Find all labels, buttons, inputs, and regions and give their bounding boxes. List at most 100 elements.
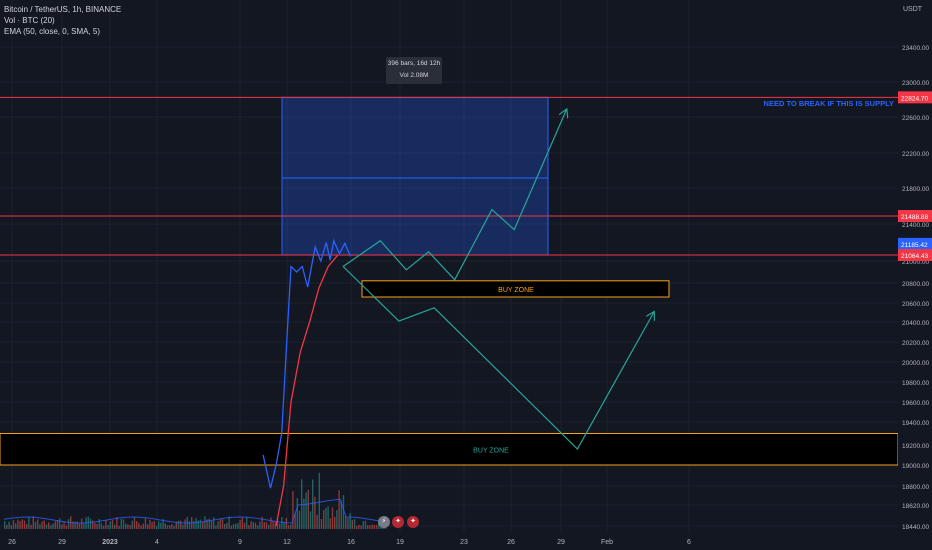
volume-bar bbox=[41, 521, 43, 529]
volume-bar bbox=[347, 518, 349, 529]
volume-bar bbox=[122, 519, 125, 529]
volume-bar bbox=[173, 525, 175, 529]
volume-bar bbox=[98, 519, 100, 529]
volume-bar bbox=[375, 525, 378, 529]
volume-bar bbox=[364, 520, 367, 529]
volume-bar bbox=[303, 498, 305, 529]
volume-bar bbox=[296, 498, 298, 529]
volume-bar bbox=[147, 524, 149, 529]
volume-bar bbox=[160, 522, 162, 529]
volume-bar bbox=[127, 524, 129, 529]
volume-bar bbox=[226, 522, 228, 529]
volume-bar bbox=[371, 524, 373, 529]
volume-bar bbox=[114, 524, 116, 529]
volume-bar bbox=[327, 506, 329, 529]
price-tick-label: 19600.00 bbox=[902, 400, 929, 407]
time-tick-label: 19 bbox=[396, 539, 404, 546]
time-tick-label: 29 bbox=[58, 539, 66, 546]
volume-bar bbox=[334, 516, 336, 529]
volume-bar bbox=[81, 518, 83, 529]
volume-bar bbox=[140, 525, 142, 529]
price-tick-label: 22200.00 bbox=[902, 151, 929, 158]
volume-bar bbox=[158, 521, 160, 529]
volume-bar bbox=[67, 519, 70, 529]
price-tick-label: 20000.00 bbox=[902, 360, 929, 367]
price-tick-label: 20600.00 bbox=[902, 301, 929, 308]
volume-bar bbox=[219, 519, 221, 529]
volume-bar bbox=[164, 523, 166, 529]
volume-bar bbox=[45, 524, 48, 529]
volume-bar bbox=[217, 521, 219, 529]
supply-annotation: NEED TO BREAK IF THIS IS SUPPLY bbox=[764, 99, 894, 108]
volume-bar bbox=[246, 517, 248, 529]
volume-bar bbox=[349, 513, 351, 529]
volume-bar bbox=[96, 523, 98, 529]
volume-bar bbox=[285, 518, 287, 529]
volume-bar bbox=[208, 518, 210, 529]
volume-bar bbox=[151, 522, 153, 529]
volume-bar bbox=[120, 518, 122, 529]
buy-zone-lower-label: BUY ZONE bbox=[473, 447, 509, 454]
volume-bar bbox=[103, 525, 105, 529]
volume-bar bbox=[279, 523, 281, 529]
lightning-event-icon[interactable]: ⚡ bbox=[378, 516, 390, 528]
volume-bar bbox=[125, 523, 127, 529]
volume-bar bbox=[367, 525, 369, 529]
volume-bar bbox=[202, 521, 204, 529]
volume-bar bbox=[241, 517, 243, 529]
volume-bar bbox=[210, 521, 213, 529]
volume-bar bbox=[89, 518, 92, 529]
price-axis: USDT 23400.00 23000.00 22600.00 22200.00 2180… bbox=[898, 0, 932, 550]
volume-bar bbox=[250, 521, 252, 529]
price-tick-label: 19400.00 bbox=[902, 420, 929, 427]
volume-bar bbox=[48, 522, 50, 529]
time-tick-label: 26 bbox=[507, 539, 515, 546]
us-flag-event-icon[interactable]: ✦ bbox=[407, 516, 419, 528]
volume-bar bbox=[43, 520, 45, 529]
us-flag-event-icon[interactable]: ✦ bbox=[392, 516, 404, 528]
volume-bar bbox=[270, 517, 272, 529]
volume-bar bbox=[309, 511, 312, 529]
price-tick-label: 18620.00 bbox=[902, 503, 929, 510]
volume-bar bbox=[142, 523, 144, 529]
price-tick-label: 18800.00 bbox=[902, 484, 929, 491]
time-tick-label: 16 bbox=[347, 539, 355, 546]
volume-bars bbox=[3, 472, 386, 529]
volume-bar bbox=[54, 521, 56, 529]
volume-bar bbox=[61, 524, 63, 529]
price-label-text: 21488.88 bbox=[901, 214, 928, 221]
price-chart[interactable]: BUY ZONE BUY ZONE NEED TO BREAK IF THIS I… bbox=[0, 0, 932, 550]
buy-zone-upper-label: BUY ZONE bbox=[498, 287, 534, 294]
time-tick-label: Feb bbox=[601, 539, 613, 546]
volume-bar bbox=[129, 525, 131, 529]
volume-bar bbox=[224, 524, 226, 529]
volume-bar bbox=[353, 519, 356, 529]
volume-bar bbox=[8, 521, 10, 529]
volume-bar bbox=[331, 507, 334, 529]
volume-bar bbox=[312, 479, 314, 529]
volume-bar bbox=[12, 520, 15, 529]
volume-bar bbox=[144, 518, 147, 529]
price-tick-label: 18440.00 bbox=[902, 524, 929, 531]
volume-bar bbox=[252, 522, 254, 529]
volume-bar bbox=[221, 519, 224, 529]
price-label-text: 22824.70 bbox=[901, 95, 928, 102]
volume-bar bbox=[257, 525, 259, 529]
volume-bar bbox=[118, 525, 120, 529]
volume-bar bbox=[213, 517, 215, 529]
volume-bar bbox=[272, 520, 274, 529]
volume-bar bbox=[182, 524, 184, 529]
volume-bar bbox=[107, 525, 109, 529]
volume-bar bbox=[171, 524, 173, 529]
volume-bar bbox=[356, 525, 358, 529]
volume-bar bbox=[373, 524, 375, 529]
volume-bar bbox=[105, 520, 107, 529]
time-tick-label: 4 bbox=[155, 539, 159, 546]
measure-volume: Vol 2.08M bbox=[399, 72, 429, 79]
date-price-range-box bbox=[281, 96, 549, 256]
volume-bar bbox=[232, 524, 235, 529]
volume-bar bbox=[215, 525, 217, 529]
time-tick-label: 26 bbox=[8, 539, 16, 546]
volume-bar bbox=[281, 517, 283, 529]
volume-bar bbox=[131, 520, 133, 529]
